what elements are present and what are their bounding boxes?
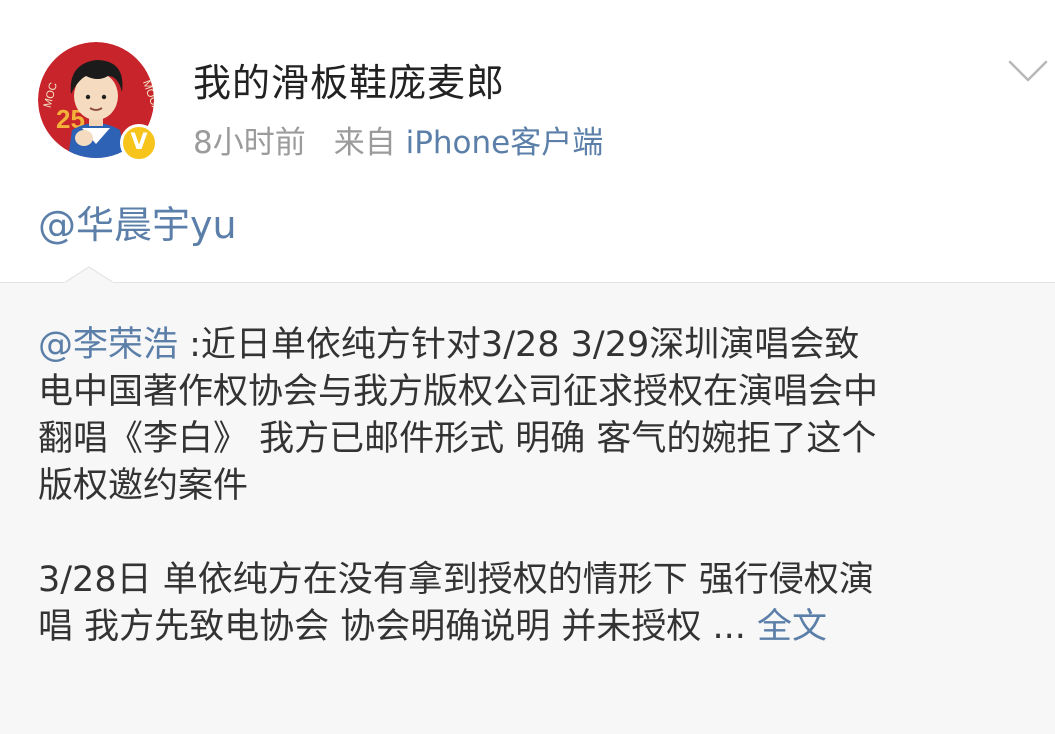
repost-line-4: 版权邀约案件 bbox=[38, 466, 249, 506]
repost-pointer bbox=[64, 266, 114, 284]
post-text[interactable]: @华晨宇yu bbox=[38, 194, 237, 249]
repost-text-segment: 唱 我方先致电协会 协会明确说明 并未授权 ... bbox=[38, 607, 758, 647]
repost-mention[interactable]: @李荣浩 bbox=[38, 325, 178, 365]
username[interactable]: 我的滑板鞋庞麦郎 bbox=[193, 52, 505, 107]
source-app[interactable]: iPhone客户端 bbox=[406, 125, 604, 161]
post-time: 8小时前 bbox=[193, 125, 306, 161]
repost-text-segment: :近日单依纯方针对3/28 3/29深圳演唱会致 bbox=[178, 325, 860, 365]
repost-line-5: 3/28日 单依纯方在没有拿到授权的情形下 强行侵权演 bbox=[38, 560, 874, 600]
repost-text: @李荣浩 :近日单依纯方针对3/28 3/29深圳演唱会致 电中国著作权协会与我… bbox=[38, 322, 1038, 651]
repost-line-2: 电中国著作权协会与我方版权公司征求授权在演唱会中 bbox=[38, 372, 879, 412]
avatar[interactable]: MOC MOCA 25 V bbox=[38, 42, 163, 162]
source-prefix: 来自 bbox=[333, 125, 396, 161]
full-text-link[interactable]: 全文 bbox=[757, 607, 827, 647]
post-meta: 8小时前 来自 iPhone客户端 bbox=[193, 117, 603, 162]
repost-line-6: 唱 我方先致电协会 协会明确说明 并未授权 ... 全文 bbox=[38, 604, 1038, 651]
repost-line-1: @李荣浩 :近日单依纯方针对3/28 3/29深圳演唱会致 bbox=[38, 322, 1038, 369]
verified-badge-icon: V bbox=[120, 124, 158, 162]
weibo-post: MOC MOCA 25 V 我的滑板鞋庞麦郎 8小时前来自 iPhone客户端 bbox=[0, 0, 1055, 734]
repost-line-3: 翻唱《李白》 我方已邮件形式 明确 客气的婉拒了这个 bbox=[38, 419, 877, 459]
chevron-down-icon[interactable] bbox=[1006, 56, 1050, 86]
